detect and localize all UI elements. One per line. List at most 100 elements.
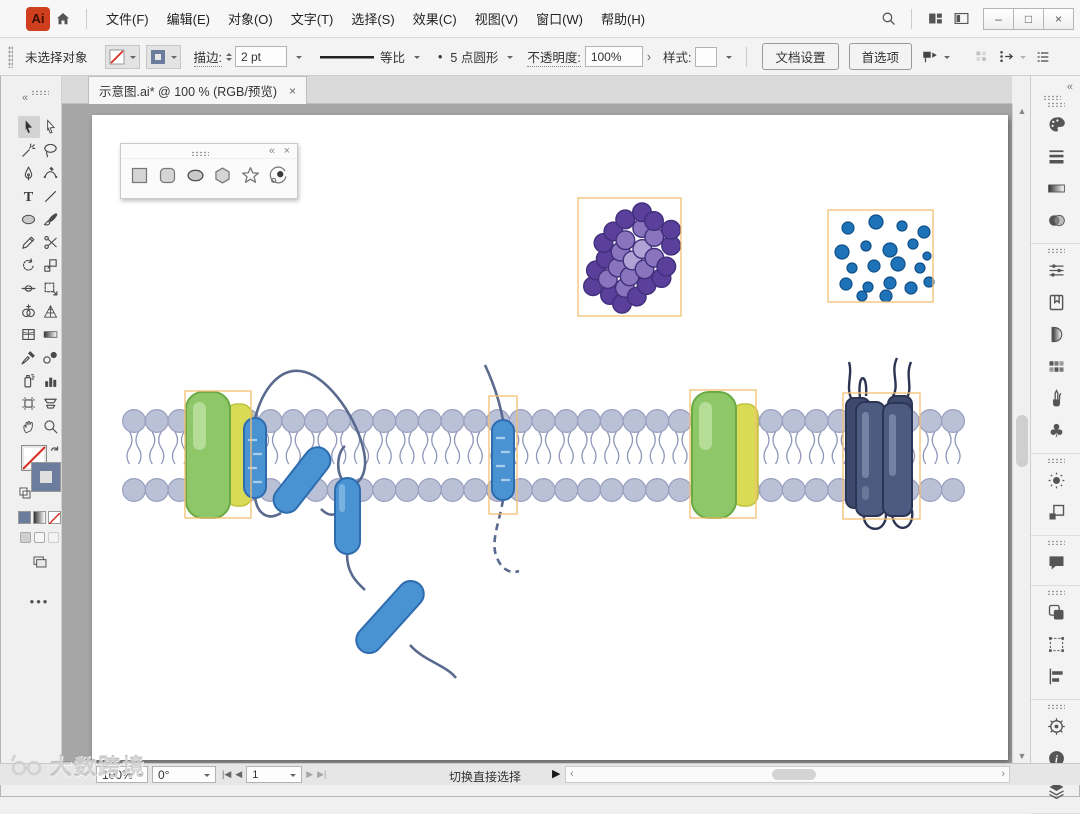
- share-document-dropdown[interactable]: [994, 45, 1030, 69]
- stroke-width-input[interactable]: 2 pt: [235, 46, 287, 67]
- panel-libraries[interactable]: [1031, 287, 1080, 317]
- rotation-dropdown[interactable]: 0°: [152, 766, 216, 783]
- home-icon[interactable]: [50, 7, 76, 31]
- type-tool[interactable]: T: [18, 185, 40, 207]
- shape-orbit-button[interactable]: [267, 164, 289, 186]
- panel-symbols[interactable]: ♣: [1031, 415, 1080, 445]
- swap-fill-stroke-icon[interactable]: [49, 443, 61, 458]
- close-button[interactable]: ×: [1043, 7, 1074, 30]
- default-fill-stroke-icon[interactable]: [19, 487, 31, 499]
- first-artboard-icon[interactable]: |◀: [222, 769, 231, 780]
- maximize-button[interactable]: □: [1013, 7, 1044, 30]
- panel-comments[interactable]: [1031, 547, 1080, 577]
- column-graph-tool[interactable]: [40, 369, 62, 391]
- panel-group-handle[interactable]: [1046, 540, 1065, 545]
- panel-align[interactable]: [1031, 661, 1080, 691]
- shape-rounded-square-button[interactable]: [157, 164, 179, 186]
- selection-tool[interactable]: [17, 116, 40, 138]
- scale-tool[interactable]: [40, 254, 62, 276]
- panel-swatches[interactable]: [1031, 351, 1080, 381]
- zoom-level-dropdown[interactable]: 100%: [96, 766, 148, 783]
- screen-mode-icon[interactable]: [18, 553, 61, 572]
- zoom-tool[interactable]: [40, 415, 62, 437]
- draw-inside-button[interactable]: [48, 532, 59, 543]
- artboard-tool[interactable]: [18, 392, 40, 414]
- document-layout-icon[interactable]: [948, 7, 974, 31]
- panel-stroke[interactable]: [1031, 141, 1080, 171]
- grid-snap-icon[interactable]: [968, 45, 994, 69]
- symbol-sprayer-tool[interactable]: [18, 369, 40, 391]
- slice-tool[interactable]: [40, 392, 62, 414]
- shape-star-button[interactable]: [240, 164, 262, 186]
- opacity-label[interactable]: 不透明度:: [527, 47, 581, 67]
- molecule-dots[interactable]: [834, 214, 935, 303]
- panel-group-handle[interactable]: [1046, 458, 1065, 463]
- arrange-documents-icon[interactable]: [922, 7, 948, 31]
- pen-tool[interactable]: [18, 162, 40, 184]
- perspective-grid-tool[interactable]: [40, 300, 62, 322]
- blend-tool[interactable]: [40, 346, 62, 368]
- fill-color-dropdown[interactable]: [104, 44, 140, 69]
- stroke-width-dropdown[interactable]: [287, 45, 306, 69]
- vertical-scroll-thumb[interactable]: [1016, 415, 1028, 467]
- barrel-protein[interactable]: [845, 357, 914, 530]
- ellipse-tool[interactable]: [18, 208, 40, 230]
- opacity-chevron[interactable]: ›: [647, 50, 651, 64]
- panel-gradient[interactable]: [1031, 173, 1080, 203]
- horizontal-scroll-thumb[interactable]: [772, 769, 816, 780]
- brush-definition-dropdown[interactable]: • 5 点圆形: [430, 45, 517, 69]
- scroll-right-icon[interactable]: ›: [1001, 768, 1005, 780]
- minimize-button[interactable]: –: [983, 7, 1014, 30]
- panel-brushes[interactable]: [1031, 383, 1080, 413]
- toolbar-drag-handle[interactable]: [30, 90, 49, 95]
- eyedropper-tool[interactable]: [18, 346, 40, 368]
- green-protein-complex-left[interactable]: [185, 391, 253, 519]
- gradient-tool[interactable]: [40, 323, 62, 345]
- magic-wand-tool[interactable]: [18, 139, 40, 161]
- direct-selection-tool[interactable]: [40, 116, 62, 138]
- panel-group-handle[interactable]: [1046, 248, 1065, 253]
- next-artboard-icon[interactable]: ▶: [306, 769, 313, 780]
- artboard-navigation-input[interactable]: 1: [246, 766, 303, 783]
- panel-transform[interactable]: [1031, 629, 1080, 659]
- shape-square-button[interactable]: [129, 164, 151, 186]
- style-swatch[interactable]: [695, 46, 718, 67]
- stroke-width-stepper[interactable]: [226, 50, 232, 64]
- line-segment-tool[interactable]: [40, 185, 62, 207]
- width-tool[interactable]: [18, 277, 40, 299]
- workspace-switcher[interactable]: [917, 45, 954, 69]
- toolbar-collapse-icon[interactable]: «: [22, 92, 28, 104]
- green-protein-complex-right[interactable]: [691, 391, 759, 519]
- stroke-color-dropdown[interactable]: [145, 44, 181, 69]
- hand-tool[interactable]: [18, 415, 40, 437]
- menu-item-5[interactable]: 效果(C): [404, 4, 466, 33]
- panel-group-handle[interactable]: [1046, 590, 1065, 595]
- shape-builder-tool[interactable]: [18, 300, 40, 322]
- edit-toolbar-icon[interactable]: •••: [18, 594, 61, 609]
- paintbrush-tool[interactable]: [40, 208, 62, 230]
- purple-protein-cluster[interactable]: [583, 202, 682, 314]
- document-tab[interactable]: 示意图.ai* @ 100 % (RGB/预览) ×: [88, 76, 308, 104]
- last-artboard-icon[interactable]: ▶|: [317, 769, 326, 780]
- scroll-left-icon[interactable]: ‹: [570, 768, 574, 780]
- rotate-tool[interactable]: [18, 254, 40, 276]
- color-mode-button[interactable]: [18, 511, 31, 524]
- scroll-down-icon[interactable]: ▼: [1013, 749, 1031, 763]
- panel-properties[interactable]: [1031, 255, 1080, 285]
- canvas-area[interactable]: [62, 104, 1012, 763]
- floating-shapes-panel[interactable]: « ×: [120, 143, 298, 199]
- none-mode-button[interactable]: [48, 511, 61, 525]
- preferences-button[interactable]: 首选项: [848, 43, 913, 70]
- draw-behind-button[interactable]: [34, 532, 45, 543]
- panel-list-icon[interactable]: [1030, 45, 1056, 69]
- panel-close-icon[interactable]: ×: [284, 145, 290, 158]
- menu-item-6[interactable]: 视图(V): [466, 4, 527, 33]
- opacity-input[interactable]: 100%: [584, 46, 643, 67]
- menu-item-4[interactable]: 选择(S): [342, 4, 403, 33]
- menu-item-2[interactable]: 对象(O): [219, 4, 282, 33]
- panel-rail-expand-icon[interactable]: «: [1067, 81, 1073, 93]
- tab-close-icon[interactable]: ×: [289, 84, 296, 98]
- horizontal-scrollbar[interactable]: ‹ ›: [565, 766, 1010, 783]
- lasso-tool[interactable]: [40, 139, 62, 161]
- shape-hexagon-button[interactable]: [212, 164, 234, 186]
